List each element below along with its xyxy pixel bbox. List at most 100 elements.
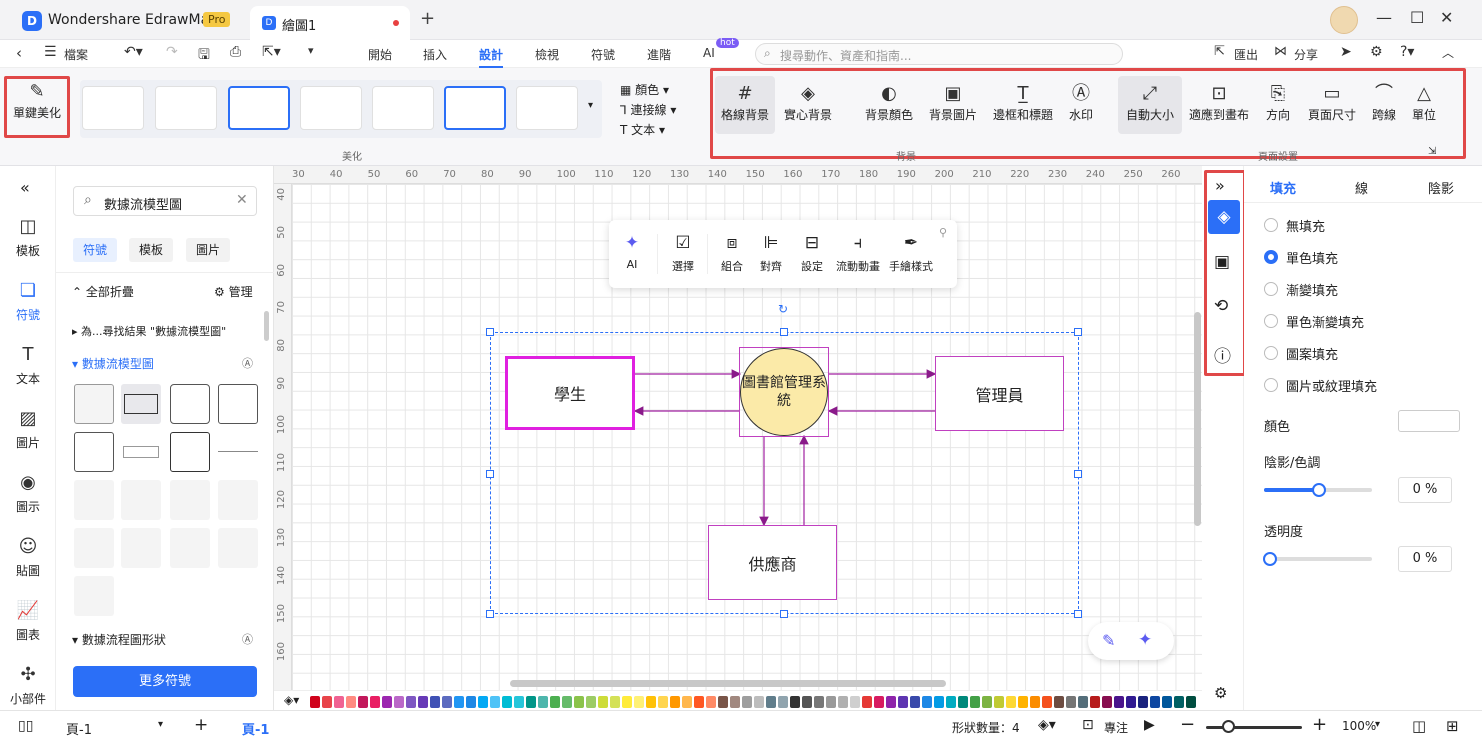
color-swatch[interactable] xyxy=(622,696,632,708)
color-swatch[interactable] xyxy=(862,696,872,708)
minimize-icon[interactable]: — xyxy=(1376,8,1392,27)
opacity-value-input[interactable]: 0 % xyxy=(1398,546,1452,572)
more-dropdown-icon[interactable]: ▾ xyxy=(308,44,314,57)
nav-templates[interactable]: ◫ 模板 xyxy=(0,216,56,259)
zoom-out-icon[interactable]: − xyxy=(1180,714,1195,735)
float-hand-drawn-button[interactable]: ✒ 手繪樣式 xyxy=(886,228,936,274)
zoom-level[interactable]: 100% xyxy=(1342,719,1376,733)
category-info-icon[interactable]: Ⓐ xyxy=(242,355,253,371)
text-dropdown[interactable]: T 文本 ▾ xyxy=(620,121,665,138)
color-swatch[interactable] xyxy=(694,696,704,708)
shape-bracket-arrow[interactable] xyxy=(74,528,114,568)
settings-gear-icon[interactable]: ⚙ xyxy=(1370,44,1383,60)
clear-search-icon[interactable]: ✕ xyxy=(236,192,248,208)
color-swatch[interactable] xyxy=(562,696,572,708)
color-swatch[interactable] xyxy=(634,696,644,708)
search-result-category[interactable]: ▸ 為...尋找結果 "數據流模型圖" xyxy=(72,323,226,339)
shape-entity-3d[interactable] xyxy=(74,384,114,424)
ai-sparkle-icon[interactable]: ✦ xyxy=(1138,630,1152,650)
float-select-button[interactable]: ☑ 選擇 xyxy=(667,228,699,274)
color-swatch[interactable] xyxy=(310,696,320,708)
background-color-button[interactable]: ◐ 背景顏色 xyxy=(859,82,919,123)
nav-symbols[interactable]: ❏ 符號 xyxy=(0,280,56,323)
color-swatch[interactable] xyxy=(1018,696,1028,708)
shape-corner-arrow[interactable] xyxy=(170,480,210,520)
panel-tab-symbols[interactable]: 符號 xyxy=(73,238,118,262)
color-swatch[interactable] xyxy=(1162,696,1172,708)
fill-option-gradient-radio[interactable] xyxy=(1264,282,1278,296)
nav-text[interactable]: T 文本 xyxy=(0,344,56,387)
zoom-caret-icon[interactable]: ▾ xyxy=(1375,719,1380,730)
shade-value-input[interactable]: 0 % xyxy=(1398,477,1452,503)
color-swatch[interactable] xyxy=(742,696,752,708)
fit-to-canvas-button[interactable]: ⊡ 適應到畫布 xyxy=(1186,82,1252,123)
page-size-button[interactable]: ▭ 頁面尺寸 xyxy=(1302,82,1362,123)
undo-icon[interactable]: ↶▾ xyxy=(124,44,143,60)
expand-right-icon[interactable]: » xyxy=(1215,176,1225,195)
color-swatch[interactable] xyxy=(514,696,524,708)
zoom-slider-knob[interactable] xyxy=(1222,720,1235,733)
page-setup-launcher-icon[interactable]: ⇲ xyxy=(1428,146,1436,157)
grid-background-button[interactable]: # 格線背景 xyxy=(715,76,775,134)
menu-tab-view[interactable]: 檢視 xyxy=(535,46,559,63)
color-swatch[interactable] xyxy=(898,696,908,708)
document-tab[interactable]: D 繪圖1 xyxy=(250,6,410,40)
page-panel-toggle-icon[interactable]: ▯▯ xyxy=(18,718,33,734)
menu-tab-insert[interactable]: 插入 xyxy=(423,46,447,63)
color-swatch[interactable] xyxy=(1078,696,1088,708)
style-thumb-6[interactable] xyxy=(444,86,506,130)
style-thumb-3[interactable] xyxy=(228,86,290,130)
color-swatch[interactable] xyxy=(466,696,476,708)
background-image-button[interactable]: ▣ 背景圖片 xyxy=(923,82,983,123)
color-swatch[interactable] xyxy=(790,696,800,708)
color-swatch[interactable] xyxy=(1090,696,1100,708)
color-swatch[interactable] xyxy=(1006,696,1016,708)
color-swatch[interactable] xyxy=(850,696,860,708)
ai-beautify-icon[interactable]: ✎ xyxy=(1102,631,1115,650)
color-swatch[interactable] xyxy=(946,696,956,708)
color-swatch[interactable] xyxy=(1114,696,1124,708)
send-icon[interactable]: ➤ xyxy=(1340,44,1352,60)
symbol-search-input[interactable]: ⌕ 數據流模型圖 ✕ xyxy=(73,186,257,216)
color-swatch[interactable] xyxy=(490,696,500,708)
color-swatch[interactable] xyxy=(1102,696,1112,708)
color-swatch[interactable] xyxy=(766,696,776,708)
export-icon[interactable]: ⇱ xyxy=(1214,44,1225,59)
fill-option-pattern-radio[interactable] xyxy=(1264,346,1278,360)
more-symbols-button[interactable]: 更多符號 xyxy=(73,666,257,697)
help-icon[interactable]: ?▾ xyxy=(1400,44,1414,60)
style-thumb-4[interactable] xyxy=(300,86,362,130)
opacity-slider-knob[interactable] xyxy=(1263,552,1277,566)
resize-handle[interactable] xyxy=(1074,328,1082,336)
color-swatch[interactable] xyxy=(910,696,920,708)
style-thumb-7[interactable] xyxy=(516,86,578,130)
color-swatch[interactable] xyxy=(706,696,716,708)
history-icon[interactable]: ⟲ xyxy=(1214,296,1228,316)
zoom-in-icon[interactable]: + xyxy=(1312,714,1327,735)
collapse-left-icon[interactable]: « xyxy=(20,178,30,197)
shape-elbow-arrow[interactable] xyxy=(121,480,161,520)
jump-line-button[interactable]: ⌒ 跨線 xyxy=(1364,82,1404,123)
play-icon[interactable]: ▶ xyxy=(1144,717,1155,733)
entity-admin[interactable]: 管理員 xyxy=(935,356,1064,431)
color-swatch[interactable] xyxy=(658,696,668,708)
focus-icon[interactable]: ⊡ xyxy=(1082,717,1094,733)
collapse-all-button[interactable]: ⌃ 全部折疊 xyxy=(72,283,134,300)
menu-tab-home[interactable]: 開始 xyxy=(368,46,392,63)
manage-button[interactable]: ⚙ 管理 xyxy=(214,283,253,300)
opacity-slider-track[interactable] xyxy=(1264,557,1372,561)
style-thumb-1[interactable] xyxy=(82,86,144,130)
entity-student[interactable]: 學生 xyxy=(505,356,635,430)
back-arrow-icon[interactable]: ‹ xyxy=(16,44,22,62)
color-swatch[interactable] xyxy=(1030,696,1040,708)
save-icon[interactable]: 🖫 xyxy=(198,44,210,68)
panel-tab-templates[interactable]: 模板 xyxy=(129,238,174,262)
orientation-button[interactable]: ⎘ 方向 xyxy=(1258,82,1298,123)
menu-tab-ai[interactable]: AI xyxy=(703,46,715,60)
menu-tab-symbols[interactable]: 符號 xyxy=(591,46,615,63)
canvas-horizontal-scrollbar[interactable] xyxy=(510,680,946,687)
color-swatch[interactable] xyxy=(970,696,980,708)
nav-stickers[interactable]: ☺ 貼圖 xyxy=(0,536,56,579)
auto-size-button[interactable]: ⤢ 自動大小 xyxy=(1118,76,1182,134)
help-circle-icon[interactable]: ⓘ xyxy=(1214,342,1231,367)
